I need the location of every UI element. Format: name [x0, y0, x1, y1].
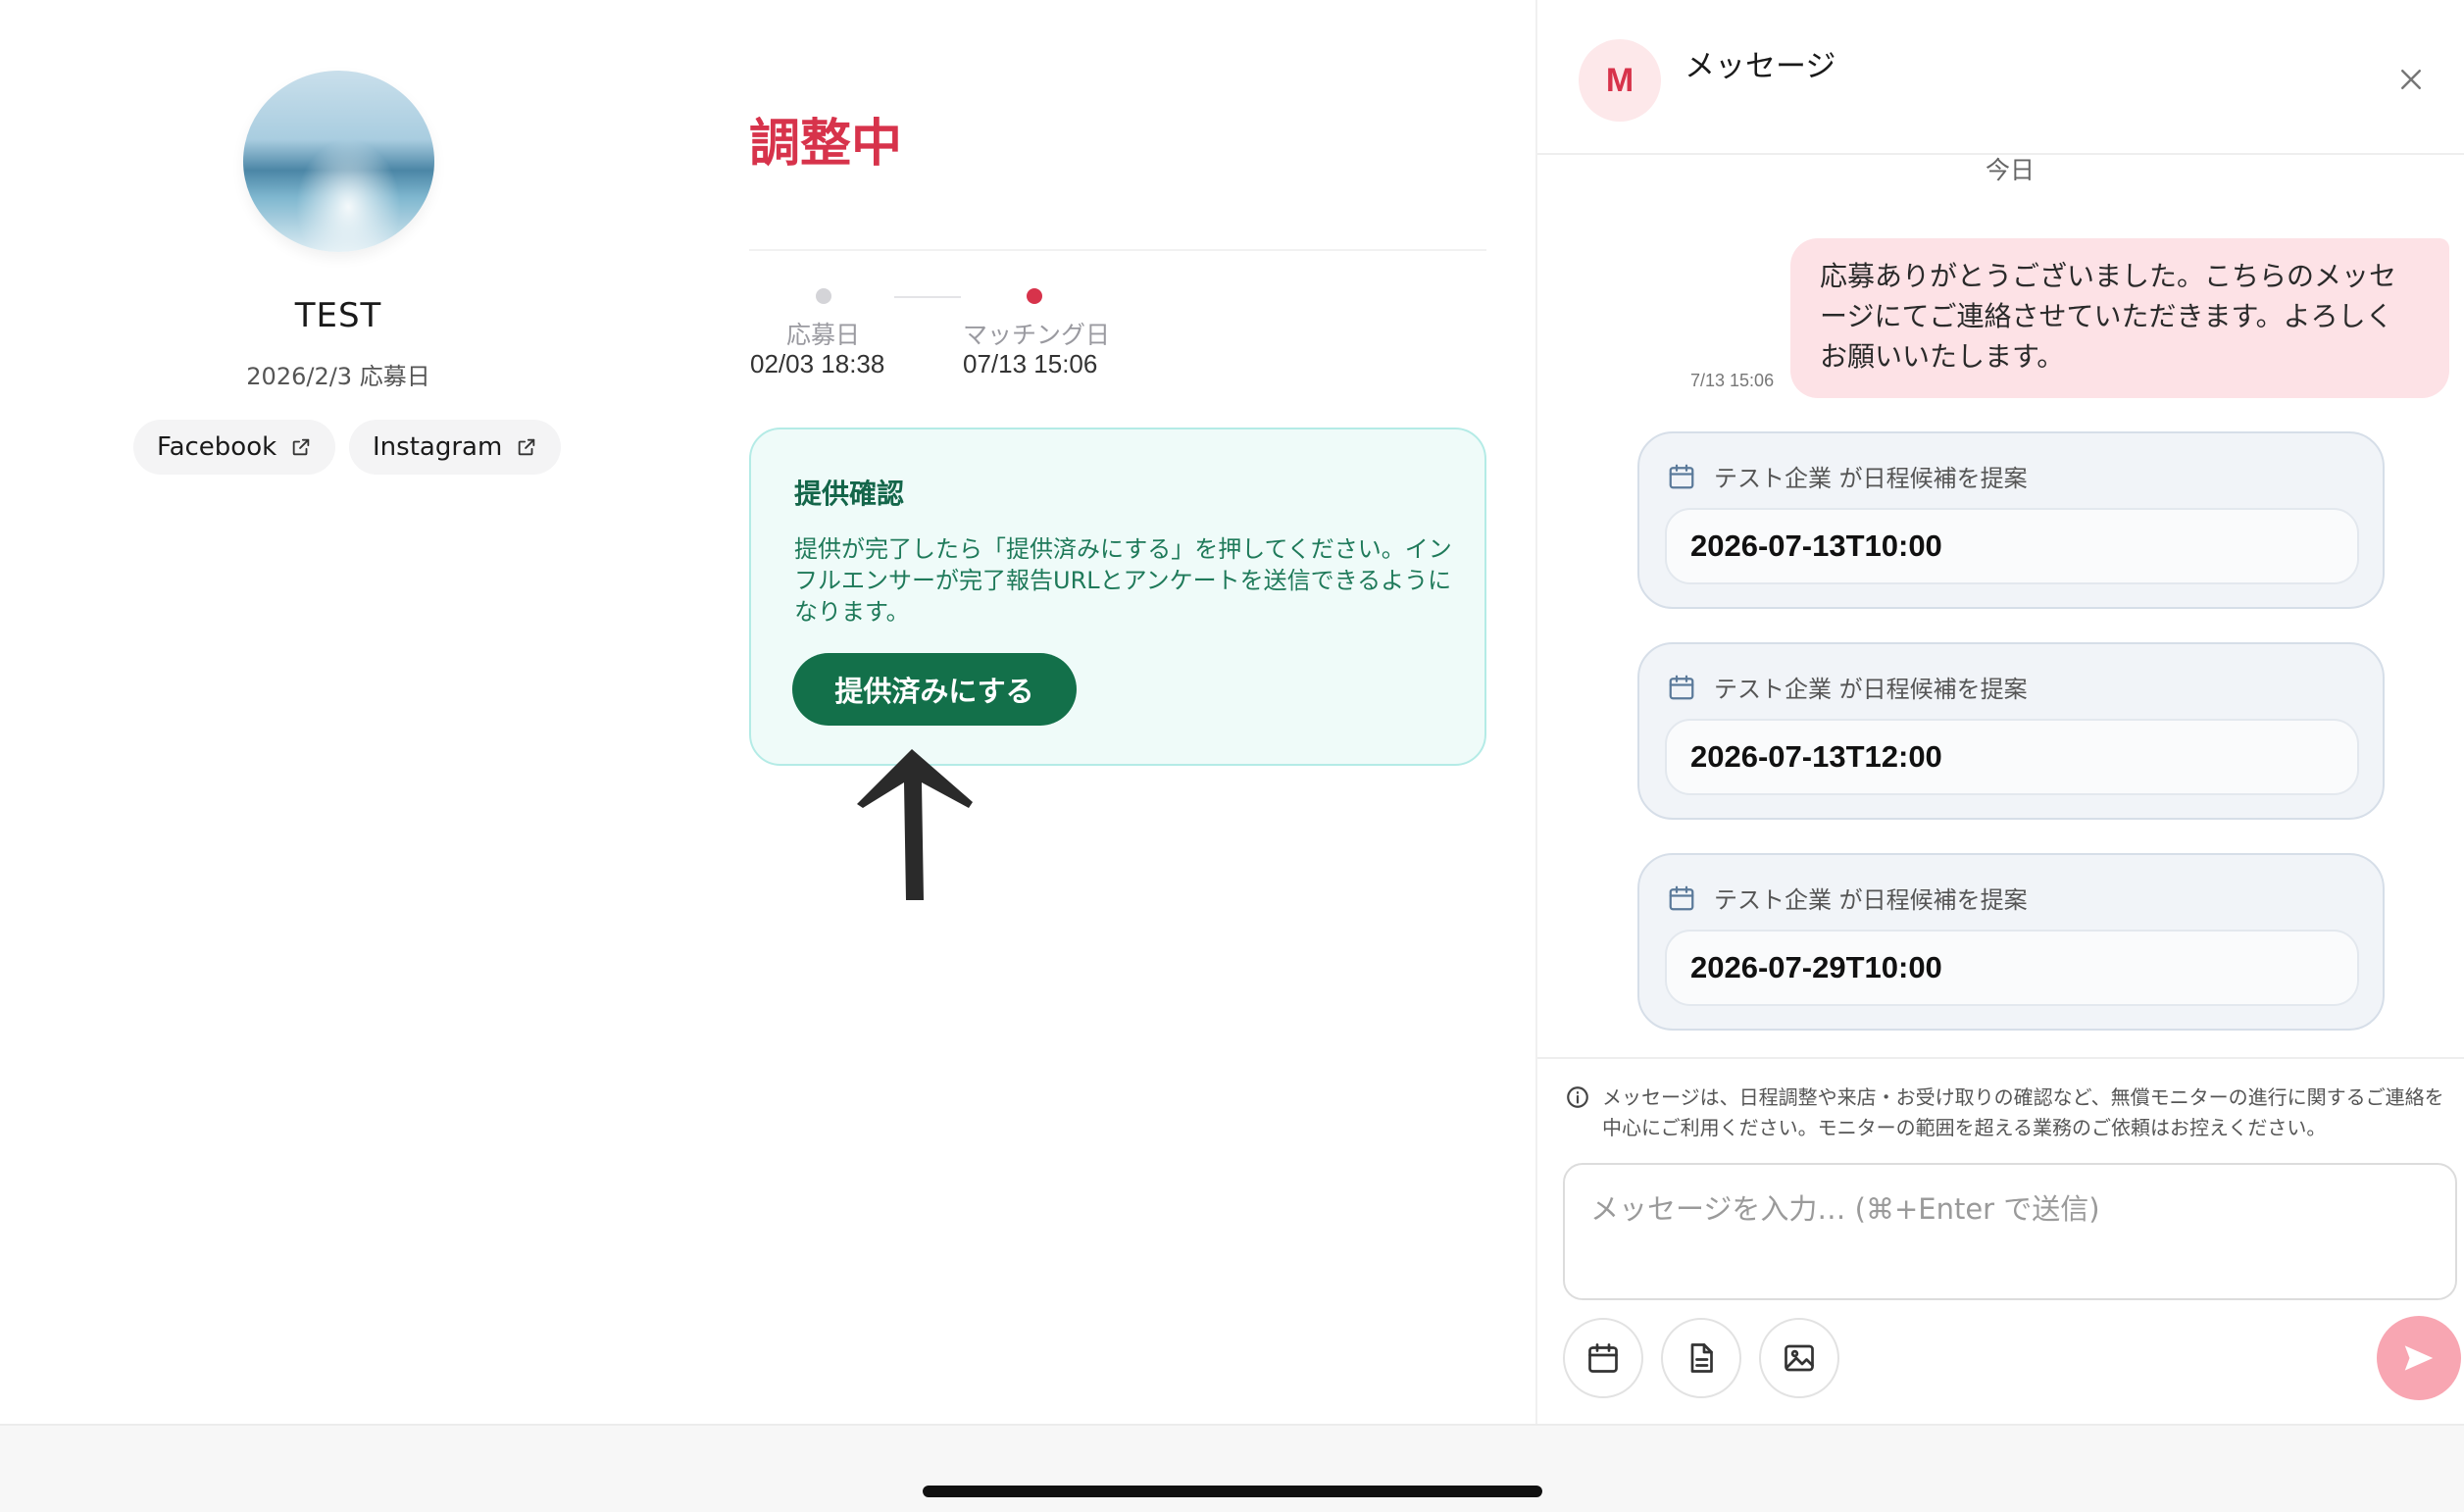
- timeline-time-matched: 07/13 15:06: [963, 349, 1098, 378]
- external-link-icon: [292, 438, 310, 456]
- status-title: 調整中: [749, 115, 903, 174]
- timeline-time-applied: 02/03 18:38: [750, 349, 885, 378]
- close-icon[interactable]: [2396, 65, 2426, 94]
- profile-applied-date: 2026/2/3 応募日: [246, 363, 430, 390]
- document-icon: [1690, 1343, 1713, 1373]
- proposal-header-text: テスト企業 が日程候補を提案: [1714, 676, 2028, 703]
- send-button[interactable]: [2377, 1316, 2461, 1400]
- schedule-proposal-card: テスト企業 が日程候補を提案 2026-07-29T10:00: [1637, 853, 2385, 1031]
- proposal-header: テスト企業 が日程候補を提案: [1667, 459, 2028, 493]
- calendar-icon: [1669, 464, 1694, 488]
- instagram-link-button[interactable]: Instagram: [349, 420, 562, 475]
- proposal-datetime[interactable]: 2026-07-13T10:00: [1665, 508, 2359, 584]
- send-icon: [2404, 1345, 2434, 1371]
- timeline-connector: [894, 296, 961, 298]
- confirm-card-title: 提供確認: [794, 478, 905, 510]
- profile-avatar: [243, 71, 434, 252]
- facebook-link-button[interactable]: Facebook: [133, 420, 336, 475]
- confirm-card-text: 提供が完了したら「提供済みにする」を押してください。インフルエンサーが完了報告U…: [794, 535, 1452, 626]
- schedule-proposal-card: テスト企業 が日程候補を提案 2026-07-13T10:00: [1637, 431, 2385, 609]
- bottom-bar: [0, 1424, 2464, 1512]
- proposal-header: テスト企業 が日程候補を提案: [1667, 670, 2028, 704]
- schedule-proposal-card: テスト企業 が日程候補を提案 2026-07-13T12:00: [1637, 642, 2385, 820]
- proposal-header-text: テスト企業 が日程候補を提案: [1714, 886, 2028, 914]
- usage-notice: メッセージは、日程調整や来店・お受け取りの確認など、無償モニターの進行に関するご…: [1565, 1083, 2447, 1143]
- usage-notice-text: メッセージは、日程調整や来店・お受け取りの確認など、無償モニターの進行に関するご…: [1602, 1085, 2444, 1139]
- delivery-confirm-card: 提供確認 提供が完了したら「提供済みにする」を押してください。インフルエンサーが…: [749, 428, 1486, 766]
- proposal-datetime[interactable]: 2026-07-29T10:00: [1665, 930, 2359, 1006]
- composer-divider: [1537, 1057, 2464, 1059]
- profile-name: TEST: [294, 296, 382, 335]
- proposal-datetime[interactable]: 2026-07-13T12:00: [1665, 719, 2359, 795]
- external-link-icon: [519, 438, 535, 456]
- up-arrow-annotation-icon: [857, 749, 973, 900]
- mark-delivered-button[interactable]: 提供済みにする: [792, 653, 1077, 726]
- instagram-link-label: Instagram: [373, 432, 503, 462]
- facebook-link-label: Facebook: [157, 432, 277, 462]
- message-bubble: 応募ありがとうございました。こちらのメッセージにてご連絡させていただきます。よろ…: [1790, 238, 2449, 398]
- divider: [749, 249, 1486, 251]
- info-icon: [1567, 1086, 1588, 1108]
- document-button[interactable]: [1661, 1318, 1741, 1398]
- timeline-dot-applied: [816, 288, 831, 304]
- image-icon: [1785, 1344, 1814, 1372]
- proposal-header: テスト企業 が日程候補を提案: [1667, 881, 2028, 915]
- message-timestamp: 7/13 15:06: [1690, 371, 1775, 390]
- timeline-label-matched: マッチング日: [963, 321, 1111, 349]
- message-input[interactable]: メッセージを入力… (⌘+Enter で送信): [1563, 1163, 2457, 1300]
- calendar-icon: [1669, 885, 1694, 910]
- panel-divider: [1535, 0, 1537, 1424]
- calendar-button[interactable]: [1563, 1318, 1643, 1398]
- timeline-dot-matched: [1027, 288, 1042, 304]
- calendar-icon: [1588, 1343, 1618, 1373]
- home-indicator[interactable]: [923, 1486, 1542, 1497]
- chat-avatar: M: [1579, 39, 1661, 122]
- calendar-icon: [1669, 675, 1694, 699]
- date-separator: 今日: [1985, 156, 2035, 184]
- chat-title: メッセージ: [1685, 49, 1836, 84]
- timeline-label-applied: 応募日: [786, 321, 861, 349]
- image-button[interactable]: [1759, 1318, 1839, 1398]
- proposal-header-text: テスト企業 が日程候補を提案: [1714, 465, 2028, 492]
